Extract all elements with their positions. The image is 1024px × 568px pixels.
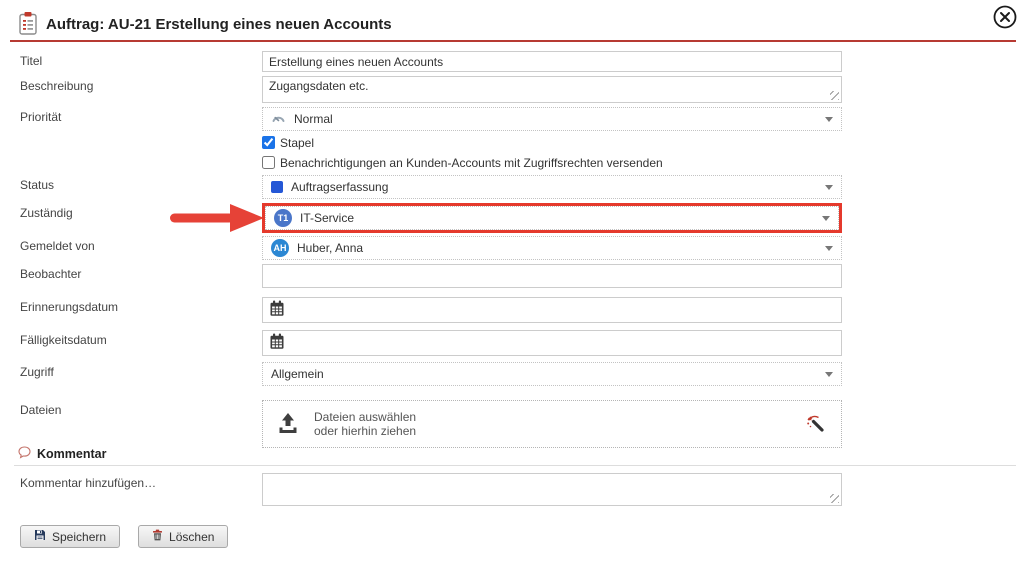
delete-button[interactable]: Löschen	[138, 525, 228, 548]
floppy-disk-icon	[34, 529, 46, 544]
status-select[interactable]: Auftragserfassung	[262, 175, 842, 199]
chevron-down-icon	[825, 185, 833, 190]
gemeldet-von-select[interactable]: AH Huber, Anna	[262, 236, 842, 260]
annotation-highlight-frame: T1 IT-Service	[262, 203, 842, 233]
page-title: Auftrag: AU-21 Erstellung eines neuen Ac…	[46, 16, 392, 33]
benachrichtigungen-checkbox-label: Benachrichtigungen an Kunden-Accounts mi…	[280, 156, 663, 170]
stapel-checkbox[interactable]	[262, 136, 275, 149]
zugriff-value: Allgemein	[271, 367, 324, 381]
zustaendig-value: IT-Service	[300, 211, 354, 225]
comment-section: Kommentar Kommentar hinzufügen…	[0, 446, 1024, 506]
trash-icon	[152, 529, 163, 544]
comment-divider	[14, 465, 1016, 466]
faelligkeitsdatum-input[interactable]	[262, 330, 842, 356]
titel-label: Titel	[20, 51, 262, 72]
erinnerungsdatum-input[interactable]	[262, 297, 842, 323]
priority-gauge-icon	[271, 112, 286, 126]
gemeldet-von-avatar: AH	[271, 239, 289, 257]
clipboard-icon	[18, 11, 38, 39]
chevron-down-icon	[825, 117, 833, 122]
beschreibung-label: Beschreibung	[20, 76, 262, 103]
status-color-icon	[271, 181, 283, 193]
stapel-checkbox-label: Stapel	[280, 136, 314, 150]
prioritaet-value: Normal	[294, 112, 333, 126]
zustaendig-select[interactable]: T1 IT-Service	[265, 206, 839, 230]
upload-icon	[276, 411, 300, 438]
comment-section-title: Kommentar	[37, 447, 106, 461]
comment-textarea[interactable]	[262, 473, 842, 506]
beobachter-label: Beobachter	[20, 264, 262, 288]
zugriff-label: Zugriff	[20, 362, 262, 386]
speech-bubble-icon	[18, 446, 31, 462]
dialog-header: Auftrag: AU-21 Erstellung eines neuen Ac…	[0, 0, 1024, 42]
save-button[interactable]: Speichern	[20, 525, 120, 548]
dateien-label: Dateien	[20, 400, 262, 448]
prioritaet-label: Priorität	[20, 107, 262, 131]
zustaendig-avatar: T1	[274, 209, 292, 227]
comment-add-label: Kommentar hinzufügen…	[20, 473, 262, 506]
header-divider	[10, 40, 1016, 42]
chevron-down-icon	[825, 246, 833, 251]
erinnerungsdatum-label: Erinnerungsdatum	[20, 297, 262, 323]
close-icon[interactable]	[991, 3, 1019, 31]
benachrichtigungen-checkbox[interactable]	[262, 156, 275, 169]
zustaendig-label: Zuständig	[20, 203, 262, 233]
action-bar: Speichern Löschen	[20, 525, 228, 548]
gemeldet-von-label: Gemeldet von	[20, 236, 262, 260]
chevron-down-icon	[822, 216, 830, 221]
calendar-icon	[269, 333, 285, 353]
save-button-label: Speichern	[52, 530, 106, 544]
file-dropzone[interactable]: Dateien auswählen oder hierhin ziehen	[262, 400, 842, 448]
status-label: Status	[20, 175, 262, 199]
auftrag-form: Titel Beschreibung Zugangsdaten etc. Pri…	[20, 51, 842, 448]
upload-hint: Dateien auswählen oder hierhin ziehen	[314, 410, 416, 438]
magic-wand-icon[interactable]	[805, 413, 825, 436]
beschreibung-textarea[interactable]: Zugangsdaten etc.	[262, 76, 842, 103]
titel-input[interactable]	[262, 51, 842, 72]
chevron-down-icon	[825, 372, 833, 377]
status-value: Auftragserfassung	[291, 180, 388, 194]
calendar-icon	[269, 300, 285, 320]
zugriff-select[interactable]: Allgemein	[262, 362, 842, 386]
auftrag-dialog: Auftrag: AU-21 Erstellung eines neuen Ac…	[0, 0, 1024, 568]
beobachter-input[interactable]	[262, 264, 842, 288]
gemeldet-von-value: Huber, Anna	[297, 241, 363, 255]
prioritaet-select[interactable]: Normal	[262, 107, 842, 131]
delete-button-label: Löschen	[169, 530, 214, 544]
faelligkeitsdatum-label: Fälligkeitsdatum	[20, 330, 262, 356]
